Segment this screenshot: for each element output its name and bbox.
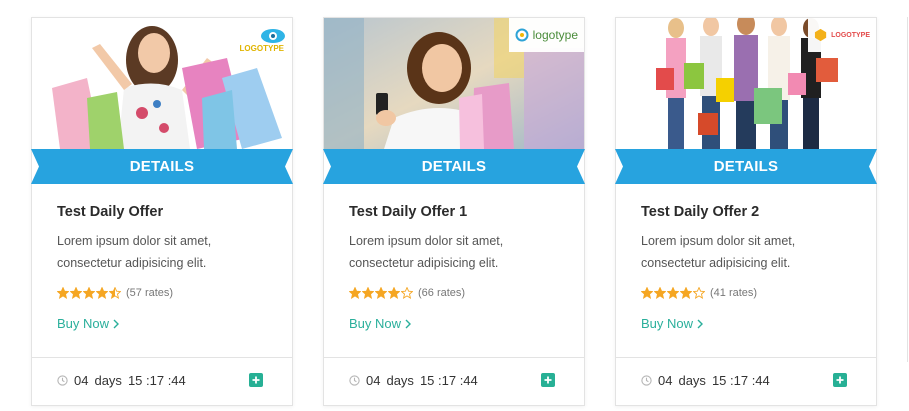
- star-icon: [667, 287, 679, 299]
- details-label: DETAILS: [129, 158, 195, 175]
- countdown-timer: 04 days 15 :17 :44: [57, 373, 186, 388]
- plus-icon: [836, 376, 844, 384]
- offer-title: Test Daily Offer: [57, 204, 164, 220]
- timer-days: 04: [658, 373, 673, 388]
- timer-time: 15 :17 :44: [419, 373, 478, 388]
- star-icon: [83, 287, 95, 299]
- product-photo[interactable]: LOGOTYPE: [616, 18, 876, 149]
- star-rating: [57, 287, 121, 299]
- details-label: DETAILS: [421, 158, 487, 175]
- description-line: consectetur adipisicing elit.: [641, 256, 791, 270]
- add-button[interactable]: [833, 373, 847, 387]
- details-ribbon[interactable]: DETAILS: [615, 149, 877, 184]
- timer-days-label: days: [678, 373, 706, 388]
- details-ribbon[interactable]: DETAILS: [31, 149, 293, 184]
- offer-card: logotype DETAILS Test Daily Offer 1 Lore…: [323, 17, 585, 406]
- star-icon: [401, 287, 413, 299]
- chevron-right-icon: [113, 319, 120, 328]
- rating: (41 rates): [641, 286, 856, 300]
- product-photo[interactable]: logotype: [324, 18, 584, 149]
- star-rating: [641, 287, 705, 299]
- countdown-timer: 04 days 15 :17 :44: [641, 373, 770, 388]
- star-rating: [349, 287, 413, 299]
- circle-logo-icon: [515, 28, 529, 42]
- clock-icon: [57, 375, 68, 386]
- chevron-right-icon: [697, 319, 704, 328]
- star-icon: [57, 287, 69, 299]
- star-icon: [362, 287, 374, 299]
- offer-description: Lorem ipsum dolor sit amet, consectetur …: [641, 230, 856, 274]
- rating: (57 rates): [57, 286, 272, 300]
- card-footer: 04 days 15 :17 :44: [324, 357, 584, 405]
- buy-now-link[interactable]: Buy Now: [641, 316, 704, 331]
- product-photo[interactable]: LOGOTYPE: [32, 18, 292, 149]
- details-label: DETAILS: [713, 158, 779, 175]
- rating: (66 rates): [349, 286, 564, 300]
- star-icon: [375, 287, 387, 299]
- buy-now-label: Buy Now: [57, 316, 110, 331]
- card-footer: 04 days 15 :17 :44: [32, 357, 292, 405]
- star-icon: [388, 287, 400, 299]
- logo-text: LOGOTYPE: [831, 31, 870, 39]
- star-icon: [641, 287, 653, 299]
- plus-icon: [544, 376, 552, 384]
- timer-days: 04: [366, 373, 381, 388]
- buy-now-label: Buy Now: [349, 316, 402, 331]
- timer-days: 04: [74, 373, 89, 388]
- star-icon: [693, 287, 705, 299]
- buy-now-link[interactable]: Buy Now: [57, 316, 120, 331]
- rates-count: (66 rates): [418, 287, 466, 299]
- description-line: consectetur adipisicing elit.: [57, 256, 207, 270]
- logo-text: LOGOTYPE: [239, 44, 284, 53]
- card-body: Test Daily Offer 2 Lorem ipsum dolor sit…: [641, 204, 856, 333]
- brand-logo: logotype: [508, 18, 584, 52]
- logo-text: logotype: [532, 28, 578, 42]
- timer-days-label: days: [386, 373, 414, 388]
- card-body: Test Daily Offer 1 Lorem ipsum dolor sit…: [349, 204, 564, 333]
- star-icon: [70, 287, 82, 299]
- star-icon: [680, 287, 692, 299]
- star-icon: [96, 287, 108, 299]
- rates-count: (41 rates): [710, 287, 758, 299]
- rates-count: (57 rates): [126, 287, 174, 299]
- eye-logo-icon: [261, 29, 285, 43]
- description-line: Lorem ipsum dolor sit amet,: [641, 234, 796, 248]
- chevron-right-icon: [405, 319, 412, 328]
- description-line: Lorem ipsum dolor sit amet,: [57, 234, 212, 248]
- timer-time: 15 :17 :44: [127, 373, 186, 388]
- description-line: consectetur adipisicing elit.: [349, 256, 499, 270]
- timer-time: 15 :17 :44: [711, 373, 770, 388]
- timer-days-label: days: [94, 373, 122, 388]
- offer-card: LOGOTYPE DETAILS Test Daily Offer Lorem …: [31, 17, 293, 406]
- card-body: Test Daily Offer Lorem ipsum dolor sit a…: [57, 204, 272, 333]
- clock-icon: [641, 375, 652, 386]
- offer-title: Test Daily Offer 1: [349, 204, 468, 220]
- offer-card: LOGOTYPE DETAILS Test Daily Offer 2 Lore…: [615, 17, 877, 406]
- hexagon-logo-icon: [814, 28, 827, 42]
- add-button[interactable]: [541, 373, 555, 387]
- plus-icon: [252, 376, 260, 384]
- details-ribbon[interactable]: DETAILS: [323, 149, 585, 184]
- offer-description: Lorem ipsum dolor sit amet, consectetur …: [349, 230, 564, 274]
- buy-now-link[interactable]: Buy Now: [349, 316, 412, 331]
- card-footer: 04 days 15 :17 :44: [616, 357, 876, 405]
- offer-title: Test Daily Offer 2: [641, 204, 760, 220]
- star-icon: [349, 287, 361, 299]
- add-button[interactable]: [249, 373, 263, 387]
- brand-logo: LOGOTYPE: [808, 18, 876, 52]
- countdown-timer: 04 days 15 :17 :44: [349, 373, 478, 388]
- offer-description: Lorem ipsum dolor sit amet, consectetur …: [57, 230, 272, 274]
- star-icon: [109, 287, 121, 299]
- star-icon: [654, 287, 666, 299]
- shopping-woman-image: [32, 18, 292, 149]
- buy-now-label: Buy Now: [641, 316, 694, 331]
- description-line: Lorem ipsum dolor sit amet,: [349, 234, 504, 248]
- clock-icon: [349, 375, 360, 386]
